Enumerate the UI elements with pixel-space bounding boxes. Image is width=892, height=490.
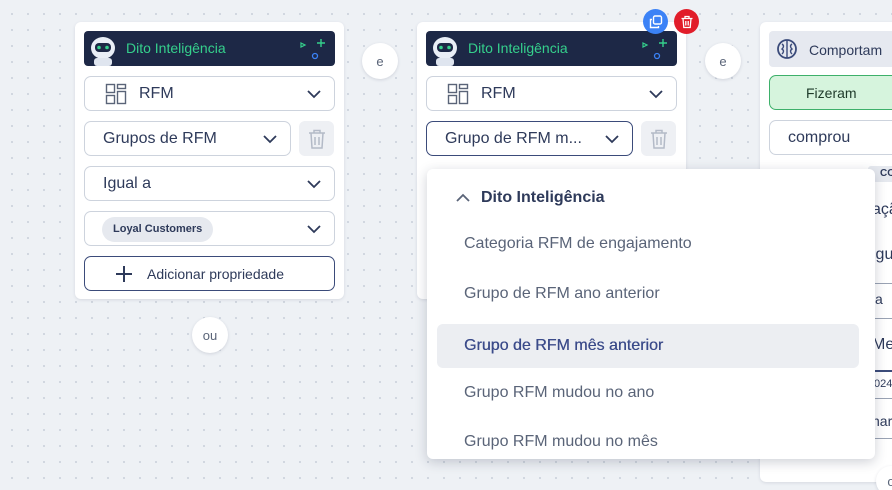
value-chip[interactable]: Loyal Customers: [102, 217, 214, 242]
source-label: RFM: [481, 84, 516, 102]
property-dropdown: Dito Inteligência Categoria RFM de engaj…: [427, 169, 875, 459]
property-label: Grupo de RFM m...: [445, 129, 582, 147]
operator-select[interactable]: Igual a: [84, 166, 335, 201]
sparkle-icon: [300, 39, 325, 60]
property-select[interactable]: Grupo de RFM m...: [426, 121, 633, 156]
option-label: Grupo de RFM ano anterior: [464, 285, 660, 302]
did-toggle-button[interactable]: Fizeram: [769, 75, 892, 110]
divider: [874, 370, 892, 372]
header-title: Dito Inteligência: [126, 40, 226, 56]
property-select[interactable]: Grupos de RFM: [84, 121, 291, 156]
chevron-up-icon: [456, 193, 470, 202]
trash-icon: [650, 129, 667, 149]
chevron-down-icon: [307, 225, 321, 234]
dito-header: Dito Inteligência: [426, 31, 677, 66]
grid-icon: [447, 83, 469, 105]
plus-icon: [116, 266, 132, 282]
chevron-down-icon: [649, 90, 663, 99]
source-select[interactable]: RFM: [426, 76, 677, 111]
option-label: Grupo de RFM mês anterior: [464, 337, 664, 354]
delete-filter-button[interactable]: [299, 121, 334, 156]
dropdown-group-header[interactable]: Dito Inteligência: [455, 189, 605, 207]
chevron-down-icon: [263, 135, 277, 144]
robot-mascot-icon: [91, 37, 115, 66]
option-label: Categoria RFM de engajamento: [464, 235, 692, 252]
peek-text: açã: [872, 201, 892, 218]
peek-text: a: [875, 291, 883, 307]
dropdown-option-selected[interactable]: Grupo de RFM mês anterior: [437, 324, 859, 368]
dropdown-option[interactable]: Categoria RFM de engajamento: [437, 222, 859, 266]
dropdown-option[interactable]: Grupo RFM mudou no ano: [437, 371, 859, 415]
filter-card-1: Dito Inteligência RFM Grupos de RFM Igua…: [75, 22, 344, 299]
behavior-title: Comportam: [809, 42, 883, 58]
behavior-header: Comportam: [769, 31, 892, 67]
peek-text: Me: [872, 336, 892, 353]
and-connector[interactable]: e: [362, 43, 398, 79]
operator-label: Igual a: [103, 174, 152, 192]
chevron-down-icon: [605, 135, 619, 144]
did-toggle-label: Fizeram: [806, 85, 857, 101]
peek-text: nar: [872, 413, 892, 429]
copy-icon: [649, 14, 662, 28]
dropdown-option[interactable]: Grupo de RFM ano anterior: [437, 272, 859, 316]
dropdown-option[interactable]: Grupo RFM mudou no mês: [437, 420, 859, 459]
brain-icon: [777, 39, 797, 59]
event-label: comprou: [788, 129, 851, 146]
grid-icon: [105, 83, 127, 105]
source-label: RFM: [139, 84, 174, 102]
value-select[interactable]: Loyal Customers: [84, 211, 335, 246]
robot-mascot-icon: [433, 37, 457, 66]
option-label: Grupo RFM mudou no mês: [464, 433, 658, 450]
add-property-button[interactable]: Adicionar propriedade: [84, 256, 335, 291]
and-connector[interactable]: e: [705, 43, 741, 79]
event-field[interactable]: comprou: [769, 120, 892, 155]
peek-text: 024: [874, 378, 892, 390]
chevron-down-icon: [307, 90, 321, 99]
header-title: Dito Inteligência: [468, 40, 568, 56]
peek-text: igu: [872, 246, 892, 263]
property-label: Grupos de RFM: [103, 129, 217, 147]
dito-header: Dito Inteligência: [84, 31, 335, 66]
delete-card-button[interactable]: [674, 9, 699, 34]
trash-icon: [308, 129, 325, 149]
source-select[interactable]: RFM: [84, 76, 335, 111]
add-property-label: Adicionar propriedade: [147, 266, 284, 282]
or-connector[interactable]: ou: [192, 317, 228, 353]
trash-icon: [681, 15, 692, 28]
group-label: Dito Inteligência: [481, 189, 605, 206]
chevron-down-icon: [307, 180, 321, 189]
delete-filter-button[interactable]: [641, 121, 676, 156]
option-label: Grupo RFM mudou no ano: [464, 384, 655, 401]
duplicate-card-button[interactable]: [643, 9, 668, 34]
sparkle-icon: [642, 39, 667, 60]
